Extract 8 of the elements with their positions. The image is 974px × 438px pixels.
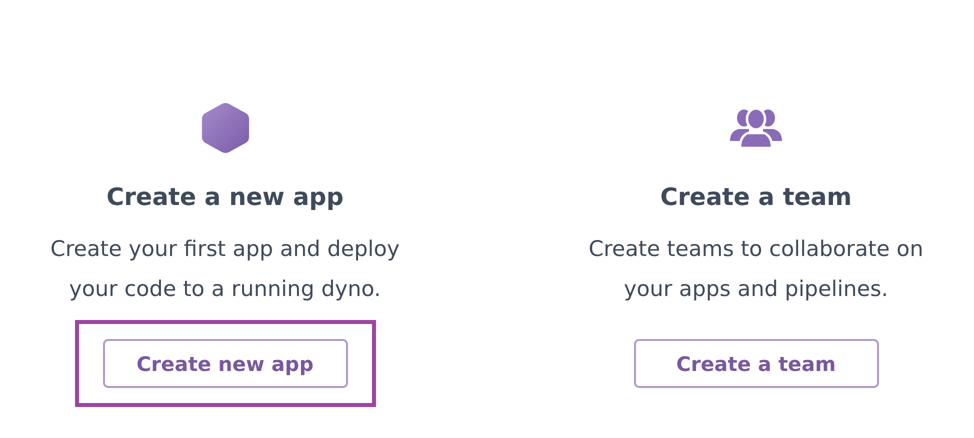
card-description: Create your first app and deploy your code to a running dyno. [49, 236, 401, 304]
card-title: Create a new app [106, 182, 344, 213]
team-icon [727, 107, 785, 149]
card-description: Create teams to collaborate on your apps and pipelines. [588, 236, 924, 304]
create-button[interactable]: Create a team [634, 339, 878, 388]
hexagon-icon [200, 102, 250, 154]
card-title: Create a team [660, 182, 852, 213]
create-button[interactable]: Create new app [102, 339, 348, 388]
